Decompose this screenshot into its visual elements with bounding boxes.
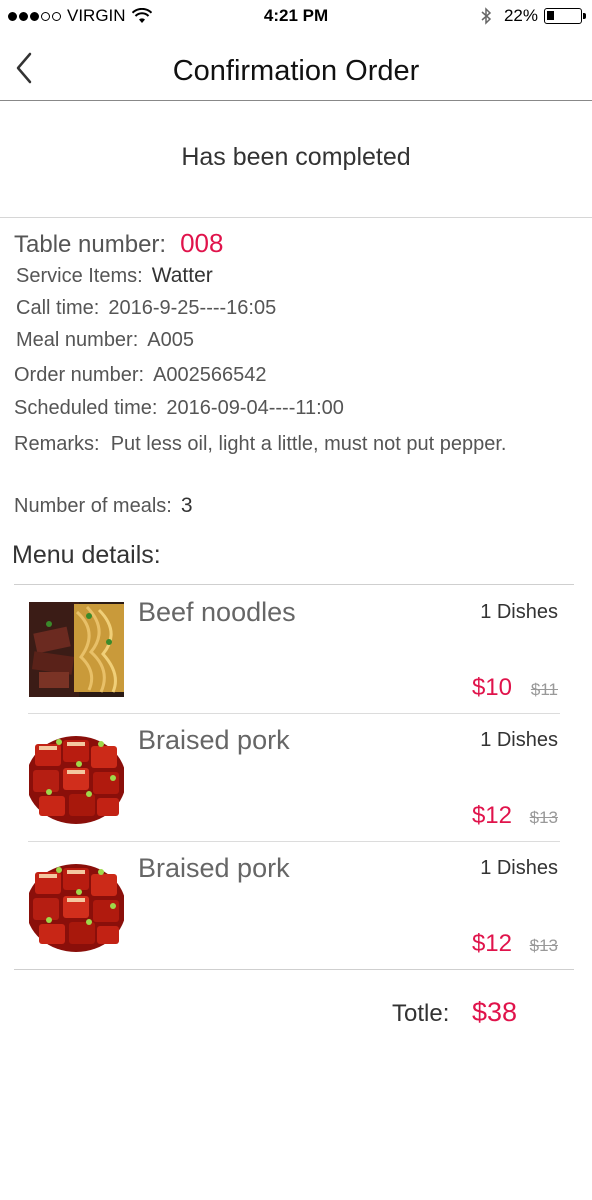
battery-icon <box>544 8 586 24</box>
call-time-value: 2016-9-25----16:05 <box>108 297 277 319</box>
divider <box>0 217 592 218</box>
battery-level <box>547 11 554 20</box>
number-of-meals-row: Number of meals: 3 <box>14 494 193 518</box>
meal-number-label: Meal number: <box>16 329 139 351</box>
divider <box>14 969 574 970</box>
remarks-label: Remarks: <box>14 433 100 455</box>
menu-item-name: Braised pork <box>138 725 290 755</box>
menu-item-price: $12 <box>471 802 512 829</box>
menu-item-price: $10 <box>471 674 512 701</box>
menu-details-heading: Menu details: <box>12 541 161 569</box>
menu-item[interactable]: Braised pork 1 Dishes $12 $13 <box>28 842 560 970</box>
menu-item-name: Braised pork <box>138 853 290 883</box>
menu-item[interactable]: Braised pork 1 Dishes $12 $13 <box>28 714 560 842</box>
status-bar: VIRGIN 4:21 PM 22% <box>0 0 592 34</box>
service-items-value: Watter <box>151 264 213 287</box>
nav-bar: Confirmation Order <box>0 34 592 101</box>
meal-number-value: A005 <box>147 329 194 351</box>
menu-item-name: Beef noodles <box>138 597 296 627</box>
menu-item-original-price: $11 <box>530 680 558 699</box>
call-time-row: Call time: 2016-9-25----16:05 <box>16 297 276 320</box>
braised-pork-photo <box>29 858 124 953</box>
menu-item-original-price: $13 <box>529 808 558 827</box>
menu-item-quantity: 1 Dishes <box>480 601 558 623</box>
divider <box>14 584 574 585</box>
meal-number-row: Meal number: A005 <box>16 329 194 352</box>
menu-item-original-price: $13 <box>529 936 558 955</box>
remarks-row: Remarks: Put less oil, light a little, m… <box>14 430 534 458</box>
order-number-value: A002566542 <box>153 364 267 386</box>
order-number-label: Order number: <box>14 364 145 386</box>
table-number-label: Table number: <box>14 231 167 258</box>
bluetooth-icon <box>481 7 492 25</box>
scheduled-time-value: 2016-09-04----11:00 <box>166 397 344 419</box>
table-number-row: Table number: 008 <box>14 228 223 259</box>
total-value: $38 <box>472 997 518 1027</box>
table-number-value: 008 <box>180 228 224 258</box>
menu-item-price: $12 <box>471 930 512 957</box>
remarks-value: Put less oil, light a little, must not p… <box>110 433 507 455</box>
service-items-row: Service Items: Watter <box>16 264 213 288</box>
menu-item[interactable]: Beef noodles 1 Dishes $10 $11 <box>28 586 560 714</box>
scheduled-time-label: Scheduled time: <box>14 397 158 419</box>
number-of-meals-label: Number of meals: <box>14 495 172 517</box>
status-bar-right: 22% <box>480 6 586 26</box>
order-status: Has been completed <box>181 143 411 171</box>
scheduled-time-row: Scheduled time: 2016-09-04----11:00 <box>14 397 344 420</box>
call-time-label: Call time: <box>16 297 100 319</box>
order-number-row: Order number: A002566542 <box>14 364 267 387</box>
menu-item-quantity: 1 Dishes <box>480 729 558 751</box>
battery-percent: 22% <box>503 6 538 25</box>
menu-item-quantity: 1 Dishes <box>480 857 558 879</box>
page-title: Confirmation Order <box>172 55 420 87</box>
braised-pork-photo <box>29 730 124 825</box>
total-label: Totle: <box>392 1000 450 1027</box>
beef-noodles-photo <box>29 602 124 697</box>
service-items-label: Service Items: <box>16 265 143 287</box>
number-of-meals-value: 3 <box>180 494 193 517</box>
